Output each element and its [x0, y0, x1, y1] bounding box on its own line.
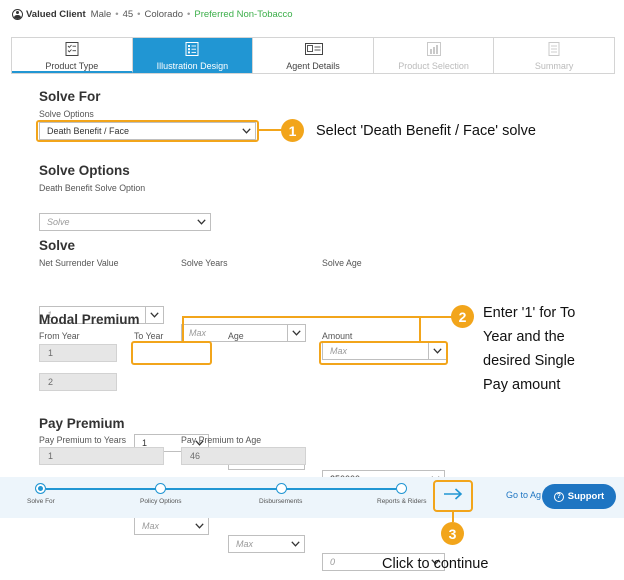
amount-highlight: [319, 341, 448, 365]
callout-2-connector: [182, 316, 452, 318]
progress-step-node[interactable]: [35, 483, 46, 494]
solve-options-select[interactable]: Death Benefit / Face: [39, 122, 256, 140]
client-name: Valued Client: [26, 8, 86, 20]
separator-dot: •: [115, 8, 119, 20]
callout-2-line: desired Single: [483, 353, 575, 369]
step-tabs: Product Type Illustration Design Agent D…: [11, 37, 615, 74]
solve-options-label: Solve Options: [39, 109, 94, 119]
age-placeholder: Max: [236, 539, 254, 549]
callout-1-badge: 1: [281, 119, 304, 142]
callout-3-connector: [452, 512, 454, 522]
solve-years-label: Solve Years: [181, 258, 228, 268]
pay-premium-age-label: Pay Premium to Age: [181, 435, 262, 445]
to-year-placeholder: Max: [142, 521, 160, 531]
client-gender: Male: [90, 8, 112, 20]
from-year-field: 2: [39, 373, 117, 391]
client-rate-class: Preferred Non-Tobacco: [194, 8, 293, 20]
callout-2-line: Pay amount: [483, 377, 561, 393]
progress-step-label: Policy Options: [140, 498, 182, 505]
bar-chart-icon: [426, 42, 442, 56]
document-icon: [546, 42, 562, 56]
progress-step-node[interactable]: [155, 483, 166, 494]
callout-1-connector: [259, 129, 282, 131]
client-age: 45: [122, 8, 134, 20]
tab-label: Summary: [534, 61, 574, 71]
chevron-down-icon: [145, 307, 163, 323]
callout-3-text: Click to continue: [382, 556, 489, 572]
tab-label: Product Selection: [398, 61, 469, 71]
pay-premium-age-field: 46: [181, 447, 306, 465]
tab-illustration-design[interactable]: Illustration Design: [132, 38, 254, 73]
solve-for-title: Solve For: [39, 89, 101, 104]
progress-step-label: Disbursements: [259, 498, 303, 505]
from-year-header: From Year: [39, 331, 80, 341]
tab-product-selection[interactable]: Product Selection: [374, 38, 495, 73]
list-icon: [184, 42, 200, 56]
id-card-icon: [304, 42, 323, 56]
progress-step-node[interactable]: [396, 483, 407, 494]
solve-title: Solve: [39, 238, 76, 253]
to-year-highlight: [131, 341, 212, 365]
progress-step-label: Reports & Riders: [377, 498, 427, 505]
solve-age-label: Solve Age: [322, 258, 362, 268]
solve-options-title: Solve Options: [39, 163, 130, 178]
to-year-select[interactable]: Max: [134, 517, 209, 535]
arrow-right-icon: [443, 487, 463, 505]
from-year-field: 1: [39, 344, 117, 362]
separator-dot: •: [187, 8, 191, 20]
callout-1-text: Select 'Death Benefit / Face' solve: [316, 123, 536, 139]
client-summary: Valued Client Male • 45 • Colorado • Pre…: [12, 7, 293, 21]
user-circle-icon: [12, 8, 23, 20]
net-surrender-value-label: Net Surrender Value: [39, 258, 119, 268]
callout-3-badge: 3: [441, 522, 464, 545]
callout-2-line: Year and the: [483, 329, 565, 345]
support-button[interactable]: ? Support: [542, 484, 616, 509]
callout-2-connector: [419, 316, 421, 342]
death-benefit-solve-option-label: Death Benefit Solve Option: [39, 183, 146, 193]
progress-track: [46, 488, 396, 490]
to-year-header: To Year: [134, 331, 164, 341]
client-state: Colorado: [144, 8, 184, 20]
support-label: Support: [567, 491, 605, 502]
checklist-icon: [64, 42, 80, 56]
tab-label: Product Type: [45, 61, 99, 71]
pay-premium-years-field: 1: [39, 447, 164, 465]
chevron-down-icon: [192, 214, 210, 230]
progress-step-label: Solve For: [27, 498, 55, 505]
tab-agent-details[interactable]: Agent Details: [253, 38, 374, 73]
go-to-agent-link[interactable]: Go to Ag: [506, 490, 541, 500]
separator-dot: •: [137, 8, 141, 20]
callout-2-line: Enter '1' for To: [483, 305, 576, 321]
amount-header: Amount: [322, 331, 353, 341]
solve-options-value: Death Benefit / Face: [47, 126, 130, 136]
callout-2-text: Enter '1' for To Year and the desired Si…: [483, 301, 575, 397]
pay-premium-title: Pay Premium: [39, 416, 125, 431]
progress-step-node[interactable]: [276, 483, 287, 494]
tab-product-type[interactable]: Product Type: [12, 38, 133, 73]
death-benefit-solve-option-placeholder: Solve: [47, 217, 70, 227]
modal-premium-title: Modal Premium: [39, 312, 140, 327]
chevron-down-icon: [190, 518, 208, 534]
chevron-down-icon: [237, 123, 255, 139]
tab-label: Illustration Design: [156, 61, 229, 71]
callout-2-connector: [182, 316, 184, 342]
age-select[interactable]: Max: [228, 535, 305, 553]
pay-premium-years-label: Pay Premium to Years: [39, 435, 127, 445]
tab-label: Agent Details: [286, 61, 340, 71]
age-header: Age: [228, 331, 244, 341]
chevron-down-icon: [286, 536, 304, 552]
chevron-down-icon: [287, 325, 305, 341]
next-button[interactable]: [433, 480, 473, 512]
death-benefit-solve-option-select[interactable]: Solve: [39, 213, 211, 231]
tab-summary[interactable]: Summary: [494, 38, 614, 73]
question-icon: ?: [553, 491, 564, 502]
callout-2-badge: 2: [451, 305, 474, 328]
